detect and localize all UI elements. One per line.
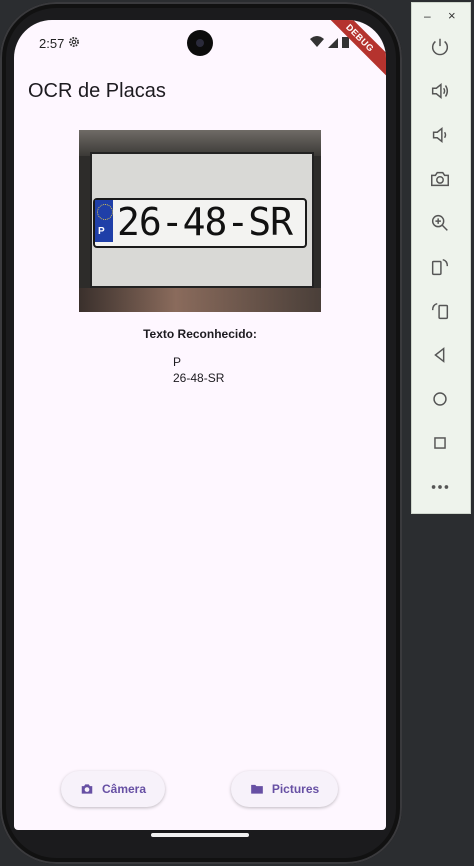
screenshot-button[interactable]: [426, 165, 454, 193]
camera-button[interactable]: Câmera: [61, 771, 165, 807]
rotate-left-icon: [431, 258, 449, 276]
minimize-button[interactable]: –: [424, 9, 431, 23]
signal-icon: [328, 38, 338, 48]
home-gesture-bar[interactable]: [151, 833, 249, 837]
overview-icon: [434, 437, 446, 449]
volume-down-icon: [432, 127, 447, 143]
back-button[interactable]: [426, 341, 454, 369]
power-button[interactable]: [426, 33, 454, 61]
wifi-icon: [310, 36, 324, 47]
settings-gear-icon: [69, 37, 79, 47]
app-screen: 2:57 DEBUG OCR de Placas P 26-48-SR Text…: [14, 20, 386, 830]
captured-image: P 26-48-SR: [79, 130, 321, 312]
emulator-toolbar: – ×: [411, 2, 471, 514]
home-icon: [433, 392, 447, 406]
license-plate: P 26-48-SR: [93, 198, 307, 248]
power-icon: [431, 38, 449, 56]
recognized-text-heading: Texto Reconhecido:: [143, 327, 257, 341]
eu-band: P: [95, 200, 113, 242]
folder-icon: [250, 784, 263, 794]
zoom-icon: [431, 214, 448, 231]
plate-country-code: P: [98, 226, 105, 237]
volume-down-button[interactable]: [426, 121, 454, 149]
battery-icon: [342, 37, 349, 48]
more-icon: [431, 485, 449, 489]
recognized-line: P: [173, 355, 182, 369]
status-time: 2:57: [39, 36, 65, 51]
camera-button-label: Câmera: [101, 782, 147, 796]
volume-up-icon: [431, 83, 449, 99]
recognized-text: P 26-48-SR: [173, 354, 224, 386]
pictures-button[interactable]: Pictures: [231, 771, 338, 807]
recognized-line: 26-48-SR: [173, 371, 225, 385]
rotate-left-button[interactable]: [426, 253, 454, 281]
overview-button[interactable]: [426, 429, 454, 457]
rotate-right-icon: [431, 302, 449, 320]
back-icon: [434, 347, 445, 363]
close-button[interactable]: ×: [448, 8, 456, 23]
more-button[interactable]: [426, 473, 454, 501]
home-button[interactable]: [426, 385, 454, 413]
pictures-button-label: Pictures: [271, 782, 320, 796]
volume-up-button[interactable]: [426, 77, 454, 105]
plate-number: 26-48-SR: [117, 200, 293, 244]
camera-icon: [81, 784, 93, 794]
page-title: OCR de Placas: [28, 80, 166, 102]
phone-frame: 2:57 DEBUG OCR de Placas P 26-48-SR Text…: [0, 2, 402, 864]
screenshot-icon: [431, 171, 449, 187]
status-bar: 2:57 DEBUG: [14, 20, 386, 80]
eu-stars-icon: [97, 204, 113, 220]
zoom-button[interactable]: [426, 209, 454, 237]
front-camera: [187, 30, 213, 56]
rotate-right-button[interactable]: [426, 297, 454, 325]
